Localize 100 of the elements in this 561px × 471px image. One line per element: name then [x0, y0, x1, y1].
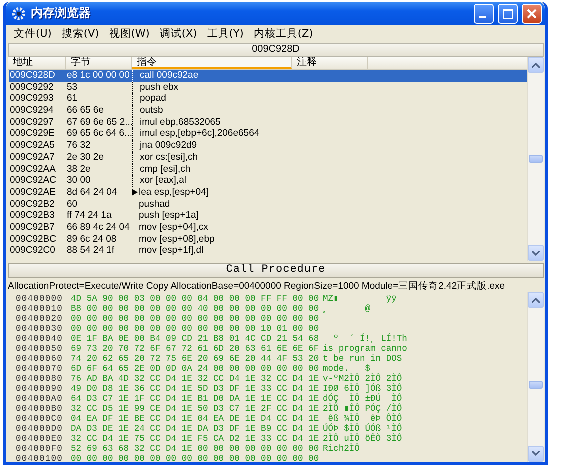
- instruction-cell: call 009c92ae: [139, 70, 199, 82]
- ascii-text: mode. $: [323, 364, 371, 374]
- hex-bytes: 04 EA DF 1E BE CC D4 1E 04 EA DE 1E D4 CC D4 1E: [71, 414, 320, 424]
- hex-address: 00400020: [15, 314, 64, 324]
- bytes-cell-text: 66 89 4c 24 04: [66, 222, 131, 234]
- bytes-cell-text: 38 2e: [66, 164, 92, 176]
- hex-bytes: 64 D3 C7 1E 1F CC D4 1E B1 D0 DA 1E 1E CC D4 1E: [71, 394, 320, 404]
- bytes-cell-text: 61: [66, 93, 79, 106]
- ascii-text: dÓÇ ÌÔ ±ÐÚ ÌÔ: [323, 394, 402, 404]
- bytes-cell-text: 88 54 24 1f: [66, 245, 116, 257]
- hex-address: 004000B0: [15, 404, 64, 414]
- column-header[interactable]: 地址: [8, 57, 66, 69]
- caret-up-icon: [532, 62, 540, 68]
- ascii-text: t be run in DOS: [323, 354, 402, 364]
- disassembly-row[interactable]: 009C9297 67 69 6e 65 2... imul ebp,68532065: [9, 116, 527, 128]
- disassembly-row[interactable]: 009C92B7 66 89 4c 24 04 mov [esp+04],cx: [9, 222, 527, 234]
- hex-bytes: 76 AD BA 4D 32 CC D4 1E 32 CC D4 1E 32 CC D4 1E: [71, 374, 320, 384]
- maximize-button[interactable]: [498, 4, 518, 24]
- scroll-up-button[interactable]: [528, 292, 544, 308]
- section-bar: Call Procedure: [8, 263, 544, 278]
- address-cell-text: 009C9293: [9, 93, 55, 106]
- bytes-cell-text: ff 74 24 1a: [66, 210, 113, 222]
- disassembly-row[interactable]: 009C929E 69 65 6c 64 6... imul esp,[ebp+6c],206e6564: [9, 128, 527, 140]
- address-cell-text: 009C92AC: [9, 175, 58, 187]
- minimize-icon: [479, 16, 486, 18]
- bytes-cell-text: e8 1c 00 00 00: [66, 70, 131, 82]
- hex-bytes: 6D 6F 64 65 2E 0D 0D 0A 24 00 00 00 00 00 00 00: [71, 364, 320, 374]
- ascii-text: is program canno: [323, 344, 408, 354]
- hex-address: 00400090: [15, 384, 64, 394]
- hex-address: 00400040: [15, 334, 64, 344]
- instruction-cell: pushad: [138, 198, 170, 210]
- menu-item[interactable]: 文件(U): [9, 26, 57, 40]
- disassembly-row[interactable]: 009C92BC 89 6c 24 08 mov [esp+08],ebp: [9, 234, 527, 246]
- disassembly-row[interactable]: 009C9292 53 push ebx: [9, 82, 527, 94]
- hex-bytes: 00 00 00 00 00 00 00 00 00 00 00 00 00 00 00 00: [71, 314, 320, 324]
- menu-item[interactable]: 搜索(V): [56, 26, 104, 40]
- instruction-cell: push ebx: [139, 82, 179, 94]
- bytes-cell-text: 60: [66, 198, 79, 210]
- hex-address: 00400060: [15, 354, 64, 364]
- minimize-button[interactable]: [474, 4, 494, 24]
- disassembly-row[interactable]: 009C92C0 88 54 24 1f mov [esp+1f],dl: [9, 245, 527, 257]
- disassembly-row[interactable]: 009C92B3 ff 74 24 1a push [esp+1a]: [9, 210, 527, 222]
- bytes-cell-text: 2e 30 2e: [66, 152, 105, 164]
- disassembly-row[interactable]: 009C9293 61 popad: [9, 93, 527, 106]
- address-cell-text: 009C92AA: [9, 164, 57, 176]
- menu-item[interactable]: 工具(Y): [202, 26, 249, 40]
- hex-address: 004000A0: [15, 394, 64, 404]
- hex-bytes: 69 73 20 70 72 6F 67 72 61 6D 20 63 61 6E 6E 6F: [71, 344, 320, 354]
- disassembly-row[interactable]: 009C92A7 2e 30 2e xor cs:[esi],ch: [9, 152, 527, 164]
- hex-address: 00400070: [15, 364, 64, 374]
- hex-bytes: 52 69 63 68 32 CC D4 1E 00 00 00 00 00 00 00 00: [71, 444, 320, 454]
- bytes-cell-text: 30 00: [66, 175, 92, 187]
- menu-item[interactable]: 视图(W): [104, 26, 155, 40]
- bytes-cell-text: 66 65 6e: [66, 105, 105, 117]
- caret-down-icon: [532, 451, 540, 456]
- hex-bytes: DA D3 DE 1E 24 CC D4 1E DA D3 DF 1E B9 CC D4 1E: [71, 424, 320, 434]
- instruction-cell: imul ebp,68532065: [139, 116, 221, 128]
- close-button[interactable]: [522, 4, 542, 24]
- disassembly-row[interactable]: 009C92B2 60 pushad: [9, 198, 527, 210]
- address-cell-text: 009C9297: [9, 116, 55, 128]
- ascii-text: Rich2ÌÔ: [323, 444, 360, 454]
- ascii-text: 2ÌÕ ▮ÎÔ PÓÇ /ÌÔ: [323, 404, 402, 414]
- address-bar: 009C928D: [8, 43, 544, 57]
- menu-item[interactable]: 内核工具(Z): [248, 26, 318, 40]
- scroll-down-button[interactable]: [528, 245, 544, 261]
- ascii-text: ÚÓÞ $ÌÔ ÚÓß ¹ÌÔ: [323, 424, 402, 434]
- address-cell-text: 009C92B2: [9, 198, 56, 210]
- disassembly-row[interactable]: 009C9294 66 65 6e outsb: [9, 105, 527, 117]
- bytes-cell: 67 69 6e 65 2...: [66, 116, 132, 128]
- menu-item[interactable]: 调试(X): [154, 26, 202, 40]
- bytes-cell-text: 8d 64 24 04: [66, 186, 118, 199]
- hex-address: 00400010: [15, 304, 64, 314]
- hex-address: 00400030: [15, 324, 64, 334]
- scroll-up-button[interactable]: [528, 57, 544, 73]
- instruction-cell: cmp [esi],ch: [139, 164, 191, 176]
- hex-address: 00400080: [15, 374, 64, 384]
- scroll-thumb[interactable]: [529, 381, 543, 390]
- bytes-cell-text: 53: [66, 82, 79, 94]
- instruction-cell: imul esp,[ebp+6c],206e6564: [139, 128, 260, 140]
- instruction-cell: popad: [139, 93, 166, 106]
- close-icon: [527, 8, 537, 18]
- ascii-text: º ´ Í!¸ LÍ!Th: [333, 334, 408, 344]
- disassembly-row[interactable]: 009C92AE 8d 64 24 04 lea esp,[esp+04]: [9, 186, 527, 199]
- scroll-thumb[interactable]: [529, 155, 543, 163]
- hex-address: 004000F0: [15, 444, 64, 454]
- ascii-text: ¸ @: [323, 304, 371, 314]
- disassembly-row[interactable]: 009C928D e8 1c 00 00 00 call 009c92ae: [9, 70, 527, 82]
- instruction-cell: outsb: [139, 105, 164, 117]
- column-header[interactable]: 指令: [132, 57, 292, 69]
- hex-address: 00400050: [15, 344, 64, 354]
- hex-address: 00400100: [15, 454, 64, 462]
- disassembly-row[interactable]: 009C92AA 38 2e cmp [esi],ch: [9, 164, 527, 176]
- hex-address: 004000C0: [15, 414, 64, 424]
- instruction-cell: push [esp+1a]: [138, 210, 199, 222]
- bytes-cell-text: 89 6c 24 08: [66, 234, 118, 246]
- scroll-down-button[interactable]: [528, 446, 544, 462]
- window-title: 内存浏览器: [31, 5, 92, 22]
- disassembly-row[interactable]: 009C92AC 30 00 xor [eax],al: [9, 175, 527, 187]
- instruction-cell: mov [esp+04],cx: [138, 222, 208, 234]
- disassembly-row[interactable]: 009C92A5 76 32 jna 009c92d9: [9, 140, 527, 152]
